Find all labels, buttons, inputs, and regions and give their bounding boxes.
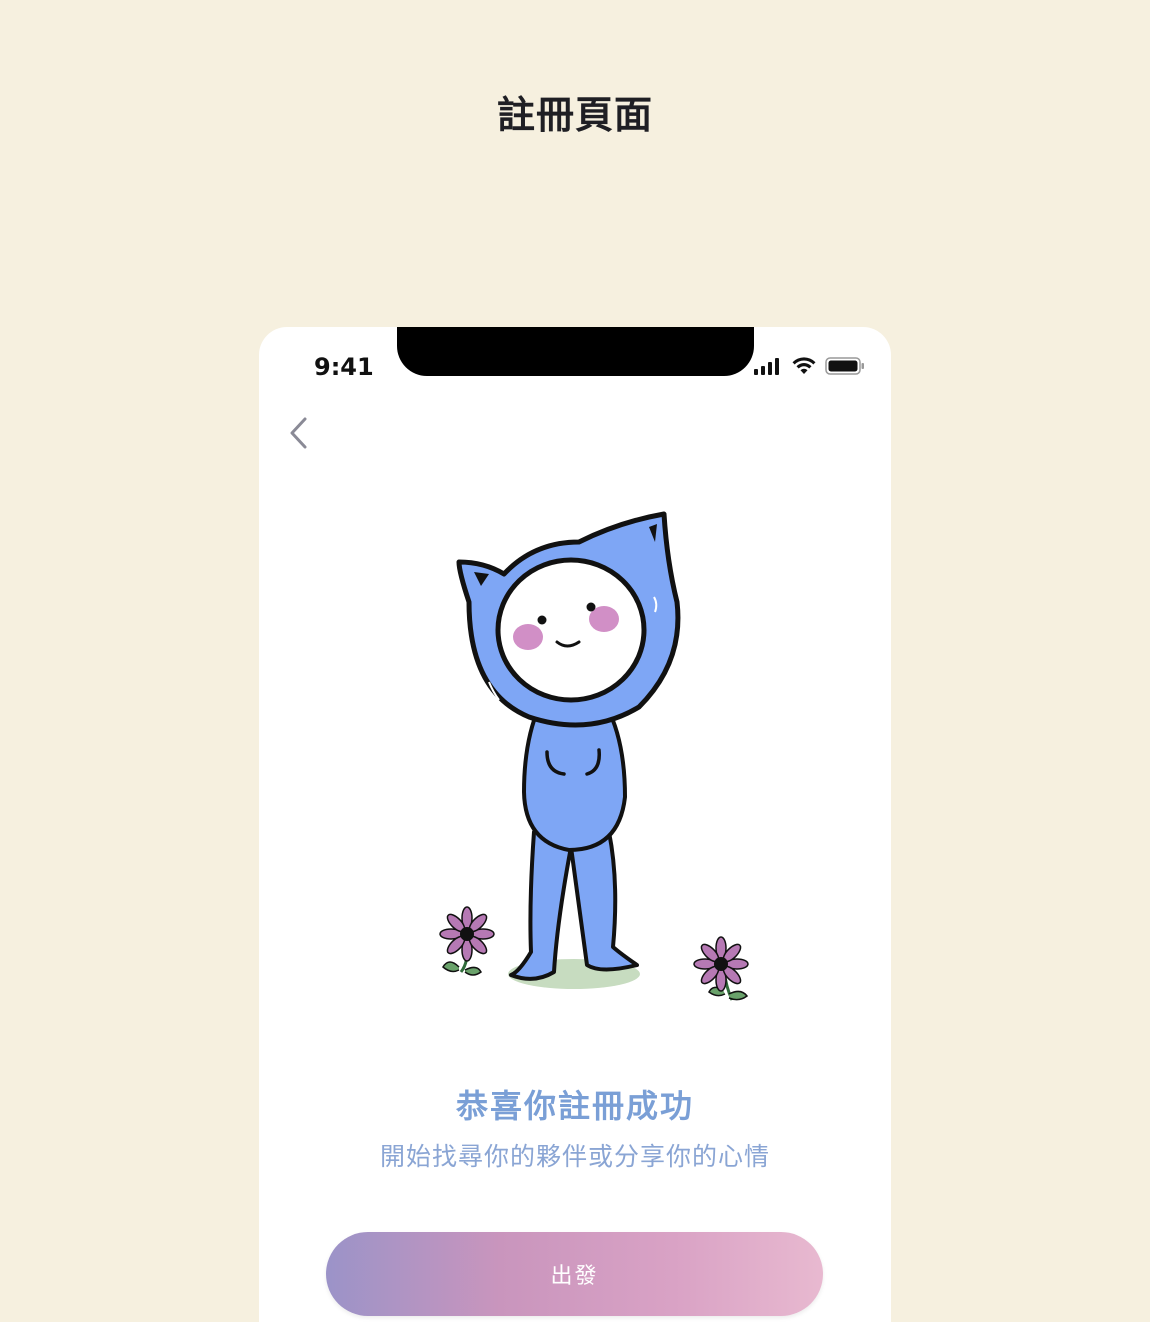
character-body (522, 705, 627, 852)
character-eye-right (586, 602, 596, 612)
character-eye-left (537, 615, 547, 625)
flower-right-icon (693, 936, 749, 1001)
success-subline: 開始找尋你的夥伴或分享你的心情 (379, 1142, 770, 1171)
success-headline: 恭喜你註冊成功 (455, 1087, 694, 1125)
status-icons (753, 357, 865, 375)
flower-left-icon (439, 906, 495, 976)
phone-frame: 9:41 恭喜你註冊成功 開始找尋你的夥伴或分享你的心情 出發 (259, 327, 891, 1322)
character-cheek-left (513, 624, 543, 650)
wifi-icon (792, 357, 816, 374)
signal-icon (754, 358, 779, 375)
phone-notch (397, 327, 754, 376)
blue-cat-character-illustration (439, 511, 749, 1001)
start-button[interactable]: 出發 (326, 1232, 823, 1316)
status-time: 9:41 (314, 353, 374, 381)
battery-icon (825, 357, 864, 375)
chevron-left-icon (290, 417, 307, 449)
page: 註冊頁面 9:41 恭喜你註冊成功 開始找尋你的夥伴或分享你的心情 出發 (0, 0, 1150, 1322)
character-legs (509, 830, 639, 981)
page-title: 註冊頁面 (496, 93, 653, 137)
back-button[interactable] (283, 413, 313, 453)
